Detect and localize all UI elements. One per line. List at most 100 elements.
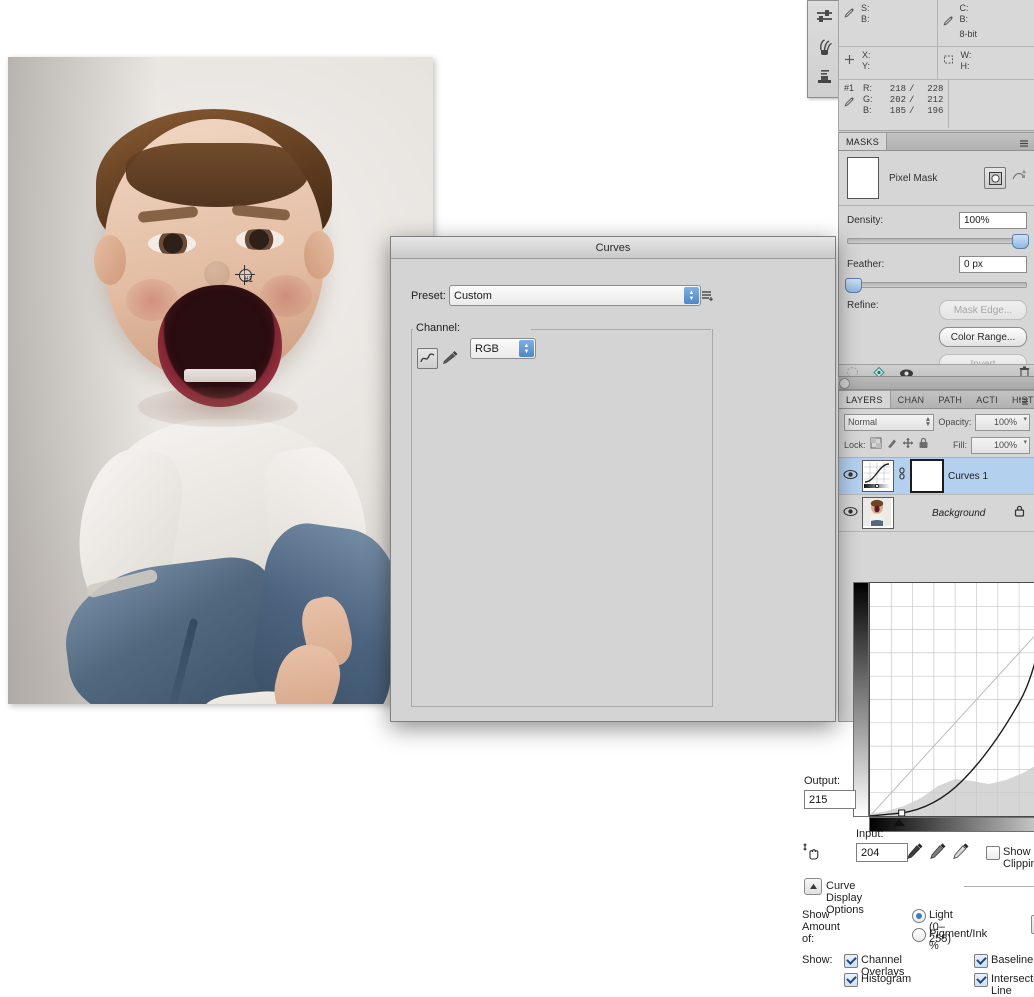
info-b-label: B: bbox=[861, 14, 870, 25]
radio-pigment-ink[interactable] bbox=[912, 928, 926, 942]
input-field[interactable]: 204 bbox=[856, 843, 908, 862]
curves-plot[interactable] bbox=[870, 583, 1034, 816]
layer-row-background[interactable]: Background bbox=[839, 495, 1034, 532]
curves-groupbox bbox=[411, 329, 713, 707]
tab-masks[interactable]: MASKS bbox=[839, 133, 887, 150]
feather-slider-knob[interactable] bbox=[845, 278, 862, 293]
photo-ear-left bbox=[94, 235, 126, 285]
curve-tool-button[interactable] bbox=[417, 348, 438, 369]
layer-name-background: Background bbox=[932, 508, 985, 519]
info-sampler-1: S: B: bbox=[839, 0, 938, 46]
layer-link-icon[interactable] bbox=[898, 467, 906, 486]
density-slider[interactable] bbox=[847, 238, 1027, 244]
tab-actions[interactable]: ACTI bbox=[969, 391, 1005, 408]
curve-display-options-disclosure[interactable] bbox=[804, 878, 822, 895]
lock-all-icon[interactable] bbox=[918, 436, 929, 454]
lock-image-icon[interactable] bbox=[886, 436, 898, 454]
lock-fill-row: Lock: Fill: 100% ▾ bbox=[839, 436, 1034, 454]
preset-options-menu-icon[interactable] bbox=[701, 289, 715, 307]
sponge-tool-icon[interactable] bbox=[808, 31, 841, 61]
feather-slider-track[interactable] bbox=[847, 282, 1027, 288]
pencil-tool-button[interactable] bbox=[441, 348, 460, 367]
info-w-label: W: bbox=[961, 50, 972, 61]
tab-channels[interactable]: CHAN bbox=[891, 391, 932, 408]
show-clipping-label: Show Clipping bbox=[1003, 846, 1034, 870]
vector-mask-button[interactable] bbox=[1012, 169, 1027, 188]
radio-light[interactable] bbox=[912, 909, 926, 923]
stamp-tool-icon[interactable] bbox=[808, 61, 841, 91]
feather-slider[interactable] bbox=[847, 282, 1027, 288]
mask-type-label: Pixel Mask bbox=[889, 173, 937, 184]
curves-graph[interactable] bbox=[869, 582, 1034, 817]
layer-row-curves-1[interactable]: Curves 1 bbox=[839, 458, 1034, 495]
set-black-point-eyedropper[interactable] bbox=[907, 842, 924, 865]
color-sampler-label: #1 bbox=[244, 275, 253, 284]
layer-visibility-icon[interactable] bbox=[843, 504, 858, 522]
show-clipping-checkbox[interactable] bbox=[986, 846, 1000, 860]
layers-panel-tabbar[interactable]: LAYERS CHAN PATH ACTI HISTC bbox=[839, 391, 1034, 409]
mask-thumbnail[interactable] bbox=[847, 157, 879, 199]
floating-tool-panel[interactable] bbox=[807, 0, 842, 98]
set-gray-point-eyedropper[interactable] bbox=[930, 842, 947, 865]
feather-value[interactable]: 0 px bbox=[959, 256, 1027, 273]
opacity-label: Opacity: bbox=[938, 417, 971, 427]
output-gradient-strip bbox=[853, 582, 869, 817]
scroll-thumb[interactable] bbox=[839, 378, 850, 389]
histogram-checkbox[interactable] bbox=[844, 973, 858, 987]
density-label: Density: bbox=[847, 215, 883, 226]
photo-eye-right bbox=[236, 229, 284, 250]
feather-label: Feather: bbox=[847, 259, 884, 270]
preset-select[interactable]: Custom ▲▼ bbox=[449, 285, 701, 306]
pixel-mask-button[interactable] bbox=[984, 167, 1006, 189]
layer-mask-thumbnail[interactable] bbox=[910, 459, 944, 493]
blend-opacity-row: Normal ▲▼ Opacity: 100% ▾ bbox=[839, 413, 1034, 431]
curves-dialog-body: Preset: Custom ▲▼ Channel: RGB ▲▼ bbox=[391, 259, 835, 722]
lock-position-icon[interactable] bbox=[902, 436, 914, 454]
panel-menu-icon[interactable] bbox=[1017, 136, 1031, 147]
set-white-point-eyedropper[interactable] bbox=[953, 842, 970, 865]
info-sampler-2: C: B: 8-bit bbox=[938, 0, 1034, 46]
density-slider-track[interactable] bbox=[847, 238, 1027, 244]
output-field[interactable]: 215 bbox=[804, 790, 856, 809]
levels-tool-icon[interactable] bbox=[808, 1, 841, 31]
histogram-area bbox=[870, 691, 1034, 816]
eyedropper-icon bbox=[844, 7, 855, 21]
curves-dialog[interactable]: Curves Preset: Custom ▲▼ Channel: RGB ▲▼ bbox=[390, 236, 836, 722]
tab-layers[interactable]: LAYERS bbox=[839, 391, 891, 408]
curve-display-options-rule bbox=[964, 886, 1034, 887]
lock-icon bbox=[1014, 504, 1025, 522]
blend-mode-select[interactable]: Normal ▲▼ bbox=[844, 414, 934, 431]
channel-select[interactable]: RGB ▲▼ bbox=[470, 338, 536, 359]
info-cursor-position: X: Y: bbox=[839, 47, 938, 79]
masks-panel-tabbar[interactable]: MASKS bbox=[839, 133, 1034, 151]
density-row: Density: 100% bbox=[839, 212, 1034, 229]
layer-thumbnail-background[interactable] bbox=[862, 497, 894, 529]
panel-scrollbar[interactable] bbox=[838, 376, 1034, 390]
photo-teeth bbox=[184, 369, 256, 382]
info-selection-size: W: H: bbox=[938, 47, 1034, 79]
lock-transparent-icon[interactable] bbox=[870, 436, 882, 454]
sampler-r-before: 218 bbox=[880, 84, 906, 94]
density-value[interactable]: 100% bbox=[959, 212, 1027, 229]
channel-overlays-checkbox[interactable] bbox=[844, 954, 858, 968]
photo-eye-left bbox=[148, 233, 196, 254]
document-image[interactable]: #1 bbox=[8, 57, 433, 704]
masks-panel: MASKS Pixel Mask bbox=[838, 132, 1034, 386]
sampler-g-label: G: bbox=[863, 94, 877, 105]
fill-value[interactable]: 100% ▾ bbox=[971, 437, 1030, 454]
color-range-button[interactable]: Color Range... bbox=[939, 327, 1027, 347]
targeted-adjustment-tool-icon[interactable] bbox=[803, 841, 823, 866]
mask-edge-button[interactable]: Mask Edge... bbox=[939, 300, 1027, 320]
layer-thumbnail-curves[interactable] bbox=[862, 460, 894, 492]
opacity-value[interactable]: 100% ▾ bbox=[975, 414, 1030, 431]
layer-visibility-icon[interactable] bbox=[843, 467, 858, 485]
intersection-line-checkbox[interactable] bbox=[974, 973, 988, 987]
photo-hair-fringe bbox=[126, 143, 308, 207]
curves-dialog-titlebar[interactable]: Curves bbox=[391, 237, 835, 259]
info-empty-cell bbox=[949, 80, 1034, 128]
black-point-slider[interactable] bbox=[893, 819, 905, 826]
baseline-checkbox[interactable] bbox=[974, 954, 988, 968]
tab-paths[interactable]: PATH bbox=[931, 391, 969, 408]
density-slider-knob[interactable] bbox=[1012, 234, 1029, 249]
panel-menu-icon[interactable] bbox=[1017, 394, 1031, 405]
